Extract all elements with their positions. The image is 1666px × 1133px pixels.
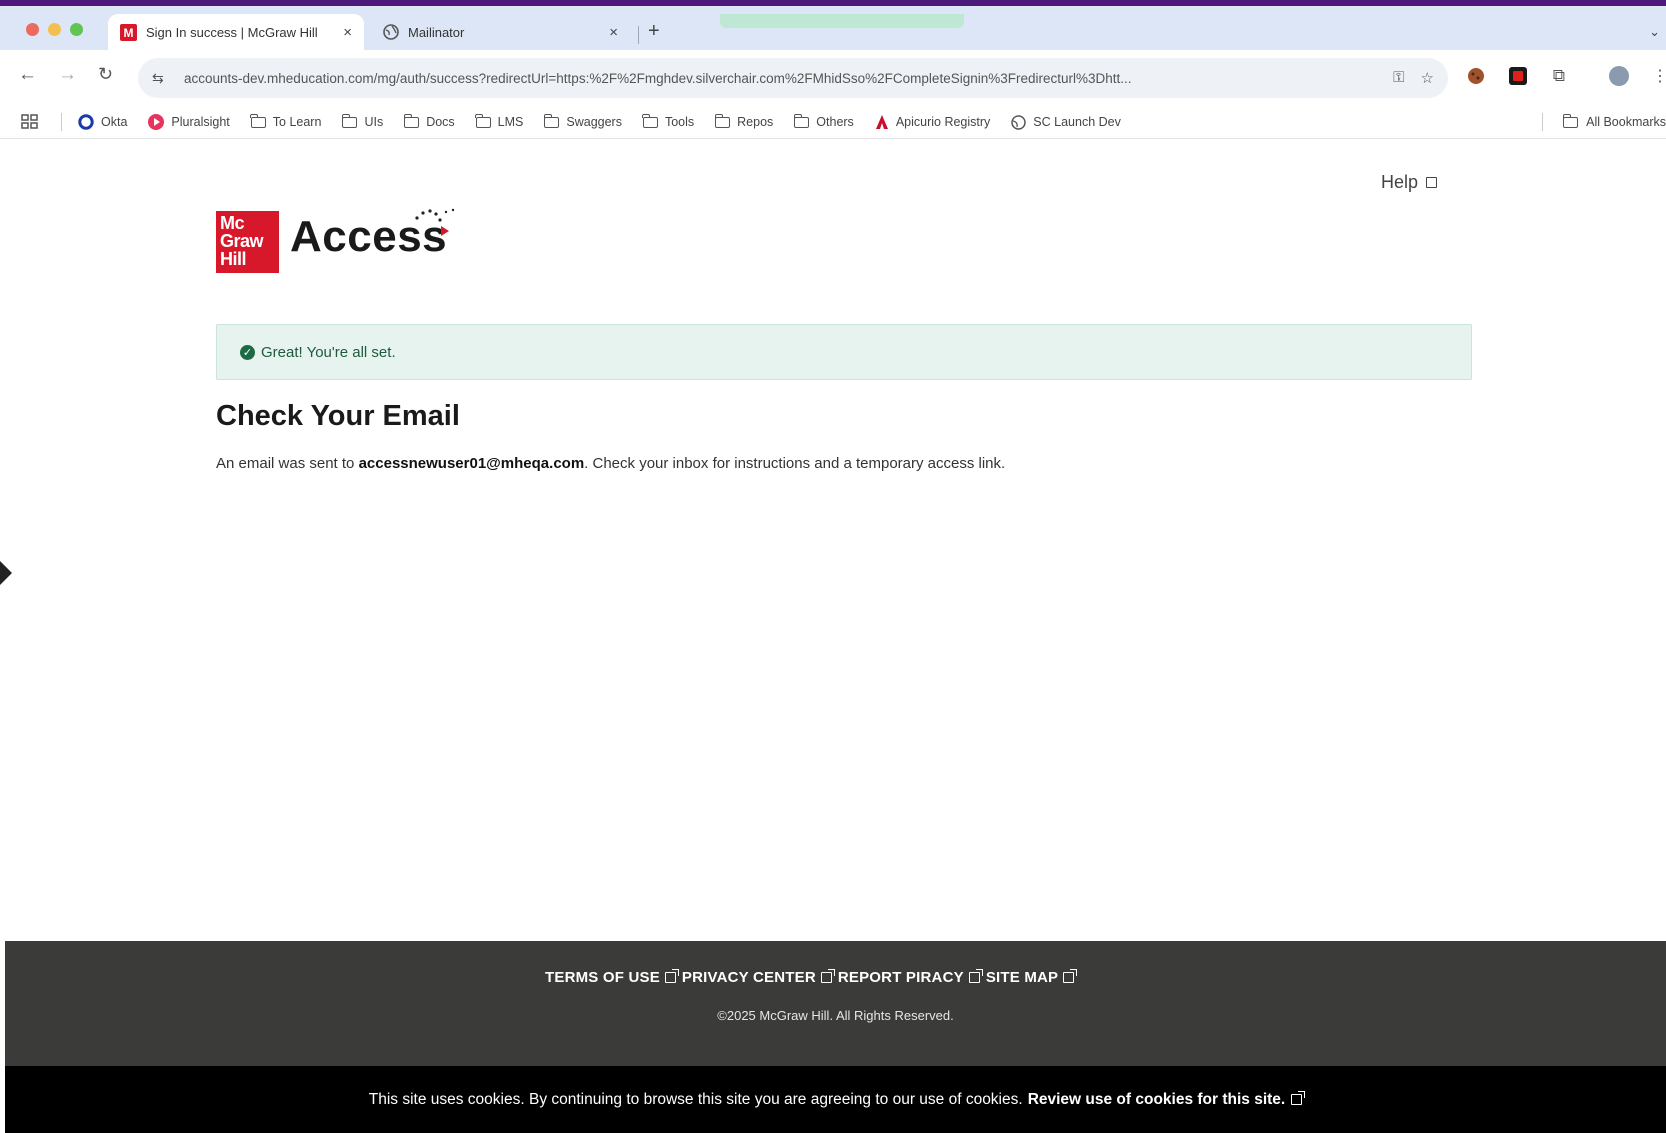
browser-menu-icon[interactable]: ⋮ [1650, 66, 1666, 86]
extensions-puzzle-icon[interactable]: ⧉ [1549, 66, 1569, 86]
new-tab-button[interactable]: + [648, 20, 660, 43]
external-link-icon [664, 969, 679, 983]
terms-of-use-link[interactable]: TERMS OF USE [545, 969, 679, 986]
folder-icon [714, 113, 731, 128]
url-text: accounts-dev.mheducation.com/mg/auth/suc… [184, 70, 1132, 86]
forward-arrow-icon[interactable]: → [58, 64, 77, 86]
tab-sign-in-success[interactable]: M Sign In success | McGraw Hill × [108, 14, 364, 50]
bookmark-folder-tools[interactable]: Tools [642, 113, 694, 129]
bookmark-folder-uis[interactable]: UIs [341, 113, 383, 129]
cookie-banner: This site uses cookies. By continuing to… [5, 1066, 1666, 1133]
globe-icon [1011, 114, 1027, 130]
folder-icon [250, 113, 266, 128]
external-link-icon [820, 969, 835, 983]
external-link-icon [1291, 1091, 1306, 1105]
bookmark-folder-lms[interactable]: LMS [475, 113, 523, 129]
check-circle-icon: ✓ [240, 344, 255, 360]
cookie-policy-link[interactable]: Review use of cookies for this site. [1028, 1091, 1286, 1109]
window-controls [26, 23, 83, 36]
success-alert: ✓ Great! You're all set. [216, 324, 1472, 380]
browser-tab-strip: M Sign In success | McGraw Hill × Mailin… [0, 6, 1666, 50]
report-piracy-link[interactable]: REPORT PIRACY [838, 969, 983, 986]
tab-search-chevron-down-icon[interactable]: ⌄ [1649, 24, 1660, 40]
back-arrow-icon[interactable]: ← [18, 64, 37, 86]
help-link[interactable]: Help [1381, 172, 1441, 193]
tab-separator [638, 26, 639, 44]
apps-grid-icon[interactable] [21, 114, 39, 130]
reload-icon[interactable]: ↻ [98, 64, 113, 85]
bookmarks-bar: Okta Pluralsight To Learn UIs Docs LMS S… [0, 106, 1666, 139]
apicurio-icon [875, 114, 889, 130]
bookmark-folder-to-learn[interactable]: To Learn [250, 113, 321, 129]
adobe-extension-icon[interactable] [1508, 66, 1528, 86]
mcgraw-hill-favicon-icon: M [120, 23, 137, 41]
mcgraw-hill-logo: Mc Graw Hill [216, 211, 279, 273]
bookmark-apicurio-registry[interactable]: Apicurio Registry [875, 114, 990, 130]
privacy-center-link[interactable]: PRIVACY CENTER [682, 969, 835, 986]
folder-icon [403, 113, 420, 128]
maximize-window-button[interactable] [70, 23, 83, 36]
folder-icon [341, 113, 358, 128]
copyright-text: ©2025 McGraw Hill. All Rights Reserved. [717, 1008, 954, 1023]
tab-mailinator[interactable]: Mailinator × [370, 14, 630, 50]
pluralsight-icon [148, 114, 165, 130]
page-title: Check Your Email [216, 400, 460, 432]
folder-icon [642, 113, 658, 128]
close-tab-icon[interactable]: × [343, 24, 352, 41]
cookie-text: This site uses cookies. By continuing to… [368, 1090, 1023, 1108]
address-bar[interactable]: ⇆ accounts-dev.mheducation.com/mg/auth/s… [138, 58, 1448, 98]
bookmark-folder-swaggers[interactable]: Swaggers [543, 113, 622, 129]
folder-icon [475, 113, 491, 128]
minimize-window-button[interactable] [48, 23, 61, 36]
side-panel-toggle-icon[interactable] [0, 561, 12, 585]
email-address: accessnewuser01@mheqa.com [358, 455, 585, 472]
external-link-icon [1063, 969, 1078, 983]
cookie-extension-icon[interactable] [1466, 66, 1486, 86]
svg-text:M: M [124, 26, 134, 40]
bookmark-star-icon[interactable]: ☆ [1421, 69, 1434, 87]
profile-avatar-icon[interactable] [1609, 66, 1629, 86]
tab-drag-highlight [720, 14, 964, 28]
external-link-icon [968, 969, 983, 983]
close-window-button[interactable] [26, 23, 39, 36]
tab-title: Mailinator [408, 24, 465, 40]
bookmark-sc-launch-dev[interactable]: SC Launch Dev [1011, 114, 1121, 130]
bookmark-folder-docs[interactable]: Docs [403, 113, 455, 129]
external-link-icon [1426, 174, 1441, 188]
site-map-link[interactable]: SITE MAP [986, 969, 1078, 986]
site-settings-icon[interactable]: ⇆ [152, 70, 170, 87]
bookmark-pluralsight[interactable]: Pluralsight [148, 114, 230, 130]
site-footer: TERMS OF USE PRIVACY CENTER REPORT PIRAC… [5, 941, 1666, 1066]
alert-text: Great! You're all set. [261, 343, 396, 361]
password-key-icon[interactable]: ⚿ [1393, 69, 1404, 87]
bookmark-folder-repos[interactable]: Repos [714, 113, 773, 129]
browser-toolbar: ← → ↻ ⇆ accounts-dev.mheducation.com/mg/… [0, 50, 1666, 106]
all-bookmarks[interactable]: All Bookmarks [1542, 106, 1666, 138]
folder-icon [793, 113, 810, 128]
bookmark-folder-others[interactable]: Others [793, 113, 854, 129]
folder-icon [1562, 113, 1579, 128]
okta-icon [78, 114, 94, 130]
tab-title: Sign In success | McGraw Hill [146, 24, 318, 40]
folder-icon [543, 113, 560, 128]
bookmark-okta[interactable]: Okta [78, 114, 127, 130]
confirmation-message: An email was sent to accessnewuser01@mhe… [216, 455, 1006, 472]
access-logo-mark-icon [415, 208, 455, 236]
footer-links: TERMS OF USE PRIVACY CENTER REPORT PIRAC… [545, 969, 1078, 986]
close-tab-icon[interactable]: × [609, 24, 618, 41]
globe-icon [382, 24, 399, 41]
